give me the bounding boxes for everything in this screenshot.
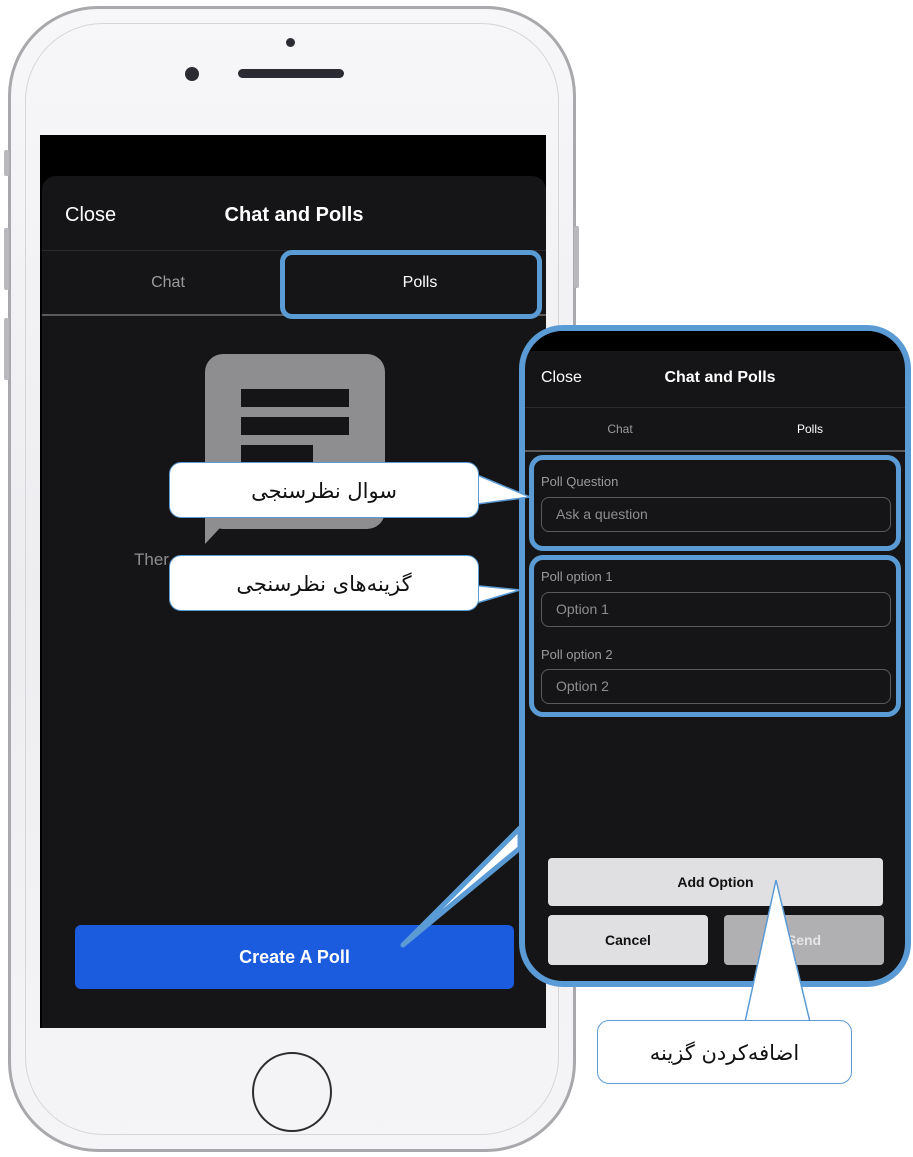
callout-poll-question: سوال نظرسنجی: [169, 462, 479, 518]
poll-question-highlight: [529, 455, 901, 551]
tab-chat[interactable]: Chat: [42, 251, 294, 315]
front-camera-icon: [185, 67, 199, 81]
poll-form-zoom: Close Chat and Polls Chat Polls Poll Que…: [519, 325, 911, 987]
callout-add-option: اضافه‌کردن گزینه: [597, 1020, 852, 1084]
zoom-tab-chat[interactable]: Chat: [525, 408, 715, 451]
create-poll-button[interactable]: Create A Poll: [75, 925, 514, 989]
polls-empty-icon-tail: [205, 514, 233, 544]
volume-up-button: [4, 228, 9, 290]
send-button[interactable]: Send: [724, 915, 884, 965]
zoom-tab-bar: Chat Polls: [525, 407, 905, 452]
zoom-title: Chat and Polls: [664, 369, 776, 386]
sensor-dot: [286, 38, 295, 47]
mute-switch: [4, 150, 9, 176]
icon-line: [241, 389, 349, 407]
cancel-button[interactable]: Cancel: [548, 915, 708, 965]
earpiece-speaker: [238, 69, 344, 78]
add-option-button[interactable]: Add Option: [548, 858, 883, 906]
callout-poll-options: گزینه‌های نظرسنجی: [169, 555, 479, 611]
icon-line: [241, 445, 313, 463]
icon-line: [241, 417, 349, 435]
zoom-tab-polls[interactable]: Polls: [715, 408, 905, 451]
power-button: [574, 226, 579, 288]
polls-tab-highlight: [280, 250, 542, 319]
volume-down-button: [4, 318, 9, 380]
home-button[interactable]: [252, 1052, 332, 1132]
empty-state-text: Ther: [134, 550, 169, 569]
sheet-title: Chat and Polls: [224, 204, 364, 226]
zoom-top-bar: [525, 331, 905, 351]
poll-options-highlight: [529, 555, 901, 717]
